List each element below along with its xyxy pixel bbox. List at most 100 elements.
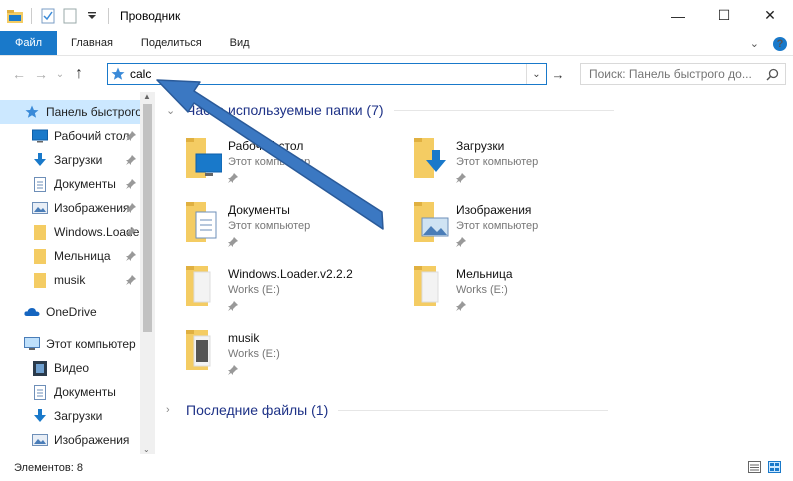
nav-item-downloads[interactable]: Загрузки <box>0 148 155 172</box>
nav-item-label: Изображения <box>54 201 130 215</box>
status-bar: Элементов: 8 <box>0 454 793 481</box>
toolbar-divider <box>108 7 109 24</box>
quick-access-toolbar <box>0 7 112 25</box>
details-view-icon[interactable] <box>747 460 761 474</box>
folder-location: Этот компьютер <box>456 156 539 168</box>
nav-this-pc[interactable]: Этот компьютер <box>0 332 155 356</box>
window-controls: — ☐ ✕ <box>655 0 793 31</box>
nav-item-desktop[interactable]: Рабочий стол <box>0 124 155 148</box>
tab-home[interactable]: Главная <box>57 31 127 55</box>
nav-item-label: Панель быстрого доступа <box>46 105 155 119</box>
go-button[interactable]: → <box>548 63 568 85</box>
folder-tile[interactable]: Документы Этот компьютер <box>182 200 392 256</box>
back-button[interactable]: ← <box>8 62 30 86</box>
nav-item-label: Загрузки <box>54 409 103 423</box>
nav-pc-downloads[interactable]: Загрузки <box>0 404 155 428</box>
folder-tile[interactable]: Загрузки Этот компьютер <box>410 136 620 192</box>
nav-pc-video[interactable]: Видео <box>0 356 155 380</box>
folder-icon <box>32 248 48 264</box>
search-icon[interactable] <box>766 68 779 84</box>
pictures-icon <box>32 200 48 216</box>
explorer-app-icon[interactable] <box>6 7 24 25</box>
search-input[interactable] <box>589 67 765 81</box>
download-icon <box>32 152 48 168</box>
pin-icon <box>126 178 136 192</box>
pin-icon <box>456 300 513 314</box>
nav-item-label: Документы <box>54 177 116 191</box>
minimize-button[interactable]: — <box>655 0 701 31</box>
pictures-folder-icon <box>410 200 450 248</box>
nav-item-documents[interactable]: Документы <box>0 172 155 196</box>
folder-name: Windows.Loader.v2.2.2 <box>228 267 353 281</box>
scroll-up-icon[interactable]: ▲ <box>143 92 151 101</box>
window-title: Проводник <box>120 8 181 23</box>
address-input[interactable]: calc <box>128 67 526 81</box>
nav-pc-pictures[interactable]: Изображения <box>0 428 155 452</box>
nav-quick-access[interactable]: Панель быстрого доступа <box>0 100 155 124</box>
chevron-right-icon: › <box>166 404 170 416</box>
tab-share[interactable]: Поделиться <box>127 31 216 55</box>
folder-icon <box>182 328 222 376</box>
tiles-view-icon[interactable] <box>767 460 781 474</box>
nav-item-windows-loader[interactable]: Windows.Loader <box>0 220 155 244</box>
ribbon-tabs: Файл Главная Поделиться Вид ⌄ ? <box>0 31 793 56</box>
up-button[interactable]: ↑ <box>68 62 90 86</box>
chevron-down-icon: ⌄ <box>166 104 176 117</box>
folder-location: Этот компьютер <box>228 156 311 168</box>
folder-tile[interactable]: Windows.Loader.v2.2.2 Works (E:) <box>182 264 392 320</box>
pin-icon <box>126 154 136 168</box>
nav-item-pictures[interactable]: Изображения <box>0 196 155 220</box>
onedrive-icon <box>24 304 40 320</box>
content-pane: ⌄ Часто используемые папки (7) Рабочий с… <box>158 92 793 454</box>
group-divider <box>338 409 609 411</box>
navigation-scrollbar[interactable]: ▲ ⌄ <box>140 92 155 454</box>
new-folder-icon[interactable] <box>61 7 79 25</box>
nav-item-melnitsa[interactable]: Мельница <box>0 244 155 268</box>
folder-tile[interactable]: Мельница Works (E:) <box>410 264 620 320</box>
pin-icon <box>126 226 136 240</box>
close-button[interactable]: ✕ <box>747 0 793 31</box>
search-box[interactable] <box>580 63 786 85</box>
scrollbar-thumb[interactable] <box>143 104 152 332</box>
folder-icon <box>410 264 450 312</box>
downloads-folder-icon <box>410 136 450 184</box>
desktop-icon <box>32 128 48 144</box>
nav-item-label: Видео <box>54 361 90 375</box>
address-dropdown-button[interactable]: ⌄ <box>526 64 546 84</box>
scroll-down-icon[interactable]: ⌄ <box>143 445 150 454</box>
folder-location: Этот компьютер <box>456 220 539 232</box>
tab-view[interactable]: Вид <box>216 31 264 55</box>
folder-tile[interactable]: Рабочий стол Этот компьютер <box>182 136 392 192</box>
nav-item-label: Рабочий стол <box>54 129 130 143</box>
pin-icon <box>456 236 538 250</box>
forward-button[interactable]: → <box>30 62 52 86</box>
nav-item-label: musik <box>54 273 86 287</box>
recent-files-header[interactable]: › Последние файлы (1) <box>166 402 609 418</box>
item-count: Элементов: 8 <box>14 461 83 474</box>
folder-tile[interactable]: musik Works (E:) <box>182 328 392 384</box>
address-bar[interactable]: calc ⌄ <box>107 63 547 85</box>
nav-item-label: Документы <box>54 385 116 399</box>
folder-name: Изображения <box>456 203 532 217</box>
maximize-button[interactable]: ☐ <box>701 0 747 31</box>
customize-toolbar-icon[interactable] <box>83 7 101 25</box>
documents-icon <box>32 176 48 192</box>
folder-icon <box>32 224 48 240</box>
help-icon[interactable]: ? <box>773 36 787 51</box>
tab-file[interactable]: Файл <box>0 31 58 55</box>
nav-pc-documents[interactable]: Документы <box>0 380 155 404</box>
documents-folder-icon <box>182 200 222 248</box>
folder-name: Документы <box>228 203 290 217</box>
frequent-folders-header[interactable]: ⌄ Часто используемые папки (7) <box>166 102 614 118</box>
folder-location: Works (E:) <box>228 284 280 296</box>
recent-locations-button[interactable]: ⌄ <box>52 62 68 86</box>
folder-location: Этот компьютер <box>228 220 311 232</box>
folder-tile[interactable]: Изображения Этот компьютер <box>410 200 620 256</box>
properties-icon[interactable] <box>39 7 57 25</box>
expand-ribbon-icon[interactable]: ⌄ <box>750 37 759 50</box>
video-icon <box>32 360 48 376</box>
group-divider <box>393 109 614 111</box>
folder-icon <box>32 272 48 288</box>
nav-item-musik[interactable]: musik <box>0 268 155 292</box>
nav-onedrive[interactable]: OneDrive <box>0 300 155 324</box>
